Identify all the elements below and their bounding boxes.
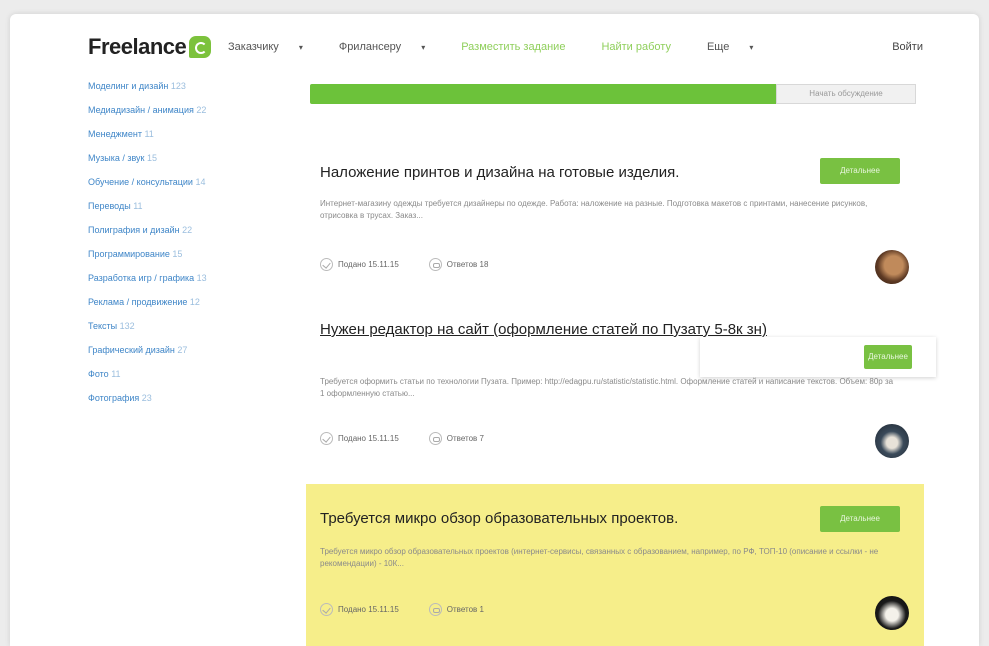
project-meta: Подано 15.11.15 Ответов 18 <box>320 258 488 271</box>
progress-fill <box>310 84 777 104</box>
logo-icon <box>189 36 212 58</box>
nav-freelancer[interactable]: Фрилансеру ▾ <box>339 41 443 53</box>
sidebar-category[interactable]: Реклама / продвижение 12 <box>88 296 268 308</box>
category-label: Разработка игр / графика <box>88 273 195 283</box>
category-count: 23 <box>141 393 152 403</box>
project-card: Нужен редактор на сайт (оформление стате… <box>306 308 924 462</box>
nav-customer[interactable]: Заказчику ▾ <box>228 41 321 53</box>
category-count: 11 <box>144 129 154 139</box>
top-header: Freelance Заказчику ▾ Фрилансеру ▾ Размест… <box>10 14 979 78</box>
check-icon <box>320 603 333 616</box>
avatar[interactable] <box>875 424 909 458</box>
nav-label: Найти работу <box>601 41 671 53</box>
details-button[interactable]: Детальнее <box>820 506 900 532</box>
category-count: 123 <box>170 81 186 91</box>
category-count: 22 <box>196 105 207 115</box>
progress-bar: Начать обсуждение <box>310 84 916 104</box>
chevron-down-icon: ▾ <box>421 43 426 52</box>
details-button[interactable]: Детальнее <box>820 158 900 184</box>
sidebar-category[interactable]: Тексты 132 <box>88 320 268 332</box>
sidebar-category[interactable]: Менеджмент 11 <box>88 128 268 140</box>
login-link[interactable]: Войти <box>892 41 923 53</box>
category-count: 22 <box>182 225 193 235</box>
start-discussion-button[interactable]: Начать обсуждение <box>776 84 916 104</box>
project-date: Подано 15.11.15 <box>338 605 399 614</box>
category-count: 132 <box>119 321 135 331</box>
project-replies: Ответов 1 <box>446 605 484 614</box>
sidebar-category[interactable]: Переводы 11 <box>88 200 268 212</box>
sidebar-category[interactable]: Фотография 23 <box>88 392 268 404</box>
project-meta: Подано 15.11.15 Ответов 7 <box>320 432 484 445</box>
sidebar-category[interactable]: Медиадизайн / анимация 22 <box>88 104 268 116</box>
project-date: Подано 15.11.15 <box>338 260 399 269</box>
category-label: Тексты <box>88 321 118 331</box>
browser-frame: Freelance Заказчику ▾ Фрилансеру ▾ Размест… <box>10 14 979 646</box>
category-count: 14 <box>195 177 206 187</box>
logo-text: Freelance <box>88 34 187 59</box>
check-icon <box>320 258 333 271</box>
category-count: 15 <box>172 249 183 259</box>
avatar[interactable] <box>875 250 909 284</box>
sidebar-category[interactable]: Полиграфия и дизайн 22 <box>88 224 268 236</box>
project-card-highlighted: Требуется микро обзор образовательных пр… <box>306 484 924 646</box>
project-date: Подано 15.11.15 <box>338 434 399 443</box>
check-icon <box>320 432 333 445</box>
chevron-down-icon: ▾ <box>298 43 303 52</box>
project-replies: Ответов 18 <box>446 260 489 269</box>
main-nav: Заказчику ▾ Фрилансеру ▾ Разместить задани… <box>228 41 789 53</box>
sidebar-category[interactable]: Программирование 15 <box>88 248 268 260</box>
category-label: Медиадизайн / анимация <box>88 105 194 115</box>
category-label: Музыка / звук <box>88 153 145 163</box>
category-label: Фотография <box>88 393 140 403</box>
sidebar-category[interactable]: Фото 11 <box>88 368 268 380</box>
nav-post-task[interactable]: Разместить задание <box>461 41 583 53</box>
project-title[interactable]: Наложение принтов и дизайна на готовые и… <box>320 163 679 183</box>
nav-find-work[interactable]: Найти работу <box>601 41 689 53</box>
project-description: Требуется оформить статьи по технологии … <box>320 377 894 398</box>
category-count: 11 <box>133 201 143 211</box>
nav-more[interactable]: Еще ▾ <box>707 41 771 53</box>
project-title[interactable]: Требуется микро обзор образовательных пр… <box>320 509 678 529</box>
comment-icon <box>428 432 442 445</box>
category-count: 13 <box>196 273 207 283</box>
nav-label: Разместить задание <box>461 41 566 53</box>
project-description: Требуется микро обзор образовательных пр… <box>320 547 879 568</box>
sidebar-category[interactable]: Музыка / звук 15 <box>88 152 268 164</box>
category-count: 12 <box>189 297 200 307</box>
chevron-down-icon: ▾ <box>749 43 754 52</box>
category-label: Графический дизайн <box>88 345 175 355</box>
category-label: Фото <box>88 369 109 379</box>
comment-icon <box>428 258 442 271</box>
project-replies: Ответов 7 <box>446 434 484 443</box>
comment-icon <box>428 603 442 616</box>
avatar[interactable] <box>875 596 909 630</box>
sidebar-category[interactable]: Графический дизайн 27 <box>88 344 268 356</box>
details-button[interactable]: Детальнее <box>864 345 912 369</box>
category-label: Программирование <box>88 249 170 259</box>
category-label: Менеджмент <box>88 129 142 139</box>
category-label: Переводы <box>88 201 131 211</box>
category-count: 11 <box>111 369 121 379</box>
category-label: Полиграфия и дизайн <box>88 225 180 235</box>
hover-popup: Детальнее <box>700 337 936 377</box>
category-label: Обучение / консультации <box>88 177 193 187</box>
category-count: 15 <box>147 153 158 163</box>
sidebar-category[interactable]: Разработка игр / графика 13 <box>88 272 268 284</box>
sidebar-category[interactable]: Обучение / консультации 14 <box>88 176 268 188</box>
category-count: 27 <box>177 345 188 355</box>
sidebar-category[interactable]: Моделинг и дизайн 123 <box>88 80 268 92</box>
project-description: Интернет-магазину одежды требуется дизай… <box>320 199 868 220</box>
category-sidebar: Моделинг и дизайн 123 Медиадизайн / аним… <box>88 80 268 416</box>
project-card: Наложение принтов и дизайна на готовые и… <box>306 148 924 290</box>
category-label: Реклама / продвижение <box>88 297 188 307</box>
nav-label: Еще <box>706 41 730 53</box>
nav-label: Заказчику <box>228 41 279 53</box>
project-meta: Подано 15.11.15 Ответов 1 <box>320 603 484 616</box>
site-logo[interactable]: Freelance <box>88 34 212 60</box>
nav-label: Фрилансеру <box>338 41 402 53</box>
category-label: Моделинг и дизайн <box>88 81 169 91</box>
